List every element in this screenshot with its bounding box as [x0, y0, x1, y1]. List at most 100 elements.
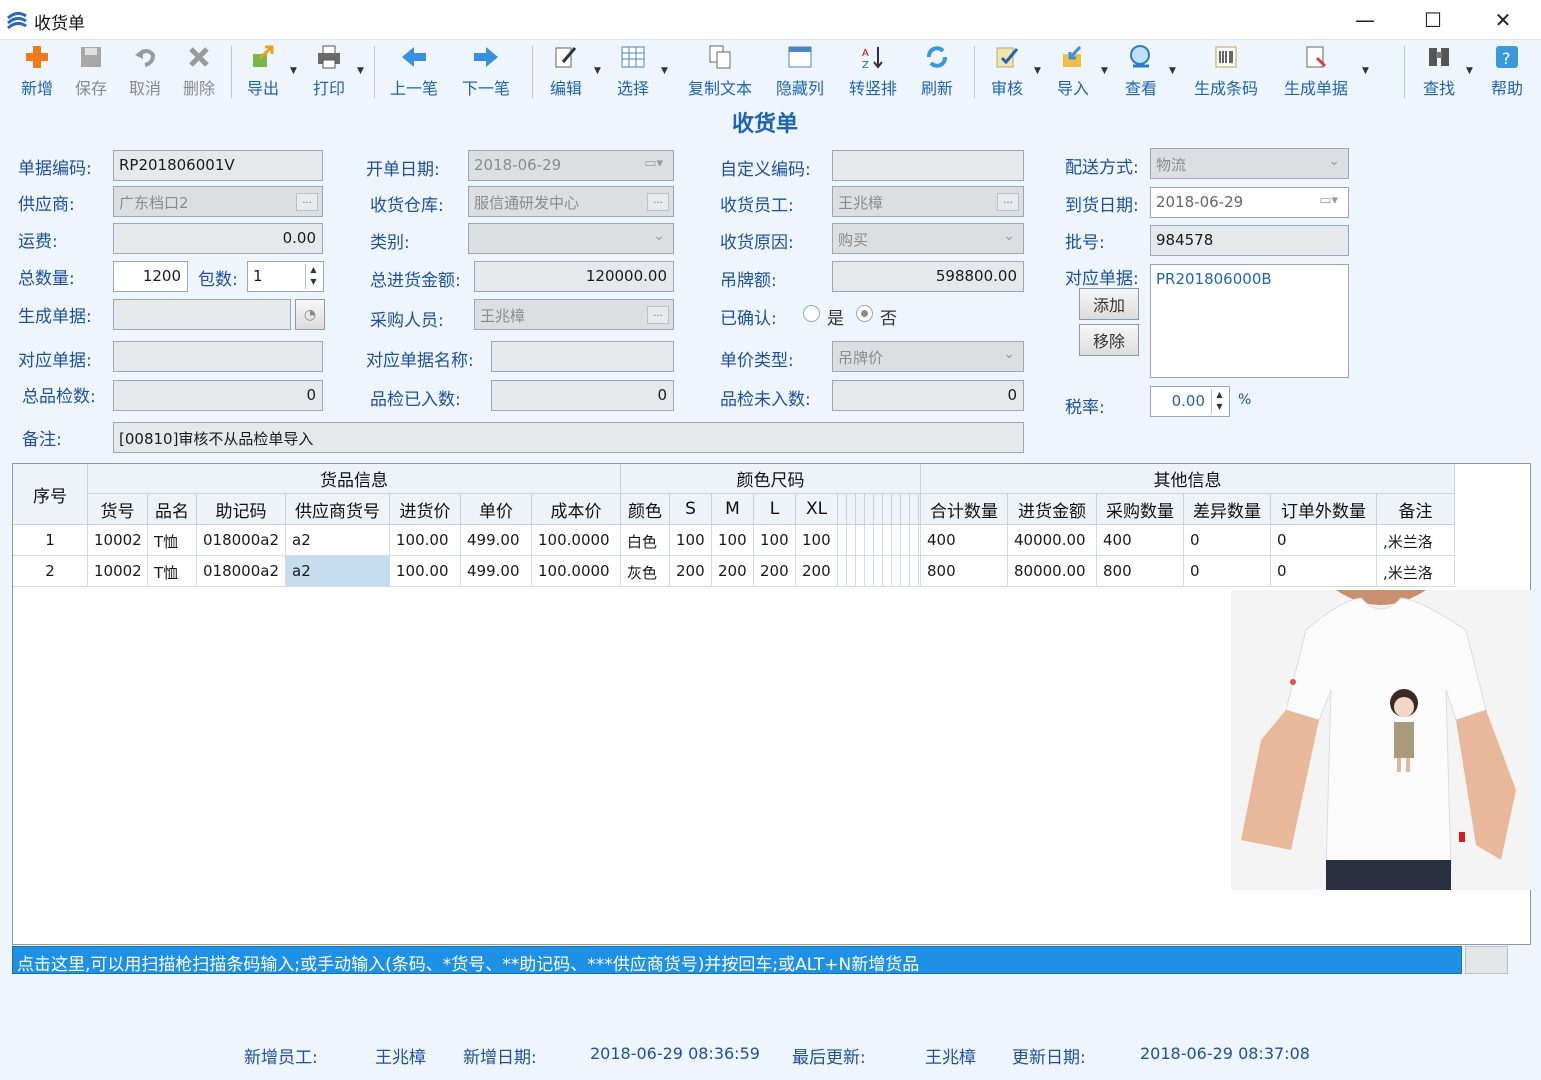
find-button[interactable]: 查找: [1416, 42, 1462, 100]
tag-amount-field[interactable]: 598800.00: [832, 261, 1024, 292]
remark-field[interactable]: [00810]审核不从品检单导入: [113, 422, 1024, 453]
find-dropdown-icon[interactable]: ▼: [1466, 66, 1473, 76]
warehouse-browse-button[interactable]: ...: [647, 193, 669, 211]
table-cell[interactable]: 0: [1271, 556, 1377, 587]
generate-doc-dropdown-icon[interactable]: ▼: [1362, 66, 1369, 76]
column-header[interactable]: 进货金额: [1008, 494, 1097, 525]
receiver-field[interactable]: 王兆樟...: [832, 186, 1024, 217]
scan-input-button[interactable]: [1465, 946, 1508, 974]
table-cell[interactable]: 200: [796, 556, 838, 587]
view-button[interactable]: 查看: [1118, 42, 1164, 100]
minimize-button[interactable]: —: [1330, 0, 1400, 40]
confirmed-yes-radio[interactable]: [803, 305, 820, 322]
corr-doc-field[interactable]: [113, 341, 323, 372]
column-header[interactable]: L: [754, 494, 796, 525]
gen-doc-field[interactable]: [113, 299, 291, 330]
column-header[interactable]: 合计数量: [921, 494, 1008, 525]
column-header[interactable]: 备注: [1377, 494, 1455, 525]
table-cell[interactable]: 100.0000: [532, 556, 621, 587]
table-cell[interactable]: 400: [1097, 525, 1184, 556]
stepper-arrows-icon[interactable]: ▲ ▼: [1211, 389, 1227, 414]
table-cell[interactable]: 100.00: [390, 525, 461, 556]
table-cell[interactable]: 1: [13, 525, 88, 556]
table-cell[interactable]: 400: [921, 525, 1008, 556]
table-cell[interactable]: 200: [670, 556, 712, 587]
table-cell[interactable]: 200: [712, 556, 754, 587]
table-cell[interactable]: 2: [13, 556, 88, 587]
receiver-browse-button[interactable]: ...: [997, 193, 1019, 211]
new-button[interactable]: 新增: [14, 42, 60, 100]
linked-docs-list[interactable]: PR201806000B: [1150, 264, 1349, 378]
import-button[interactable]: 导入: [1050, 42, 1096, 100]
select-button[interactable]: 选择: [610, 42, 656, 100]
doc-no-field[interactable]: RP201806001V: [113, 150, 323, 181]
buyer-browse-button[interactable]: ...: [647, 306, 669, 324]
tax-stepper[interactable]: 0.00 ▲ ▼: [1150, 386, 1230, 417]
save-button[interactable]: 保存: [68, 42, 114, 100]
column-header[interactable]: 颜色: [621, 494, 670, 525]
delete-button[interactable]: 删除: [176, 42, 222, 100]
generate-barcode-button[interactable]: 生成条码: [1188, 42, 1264, 100]
column-header[interactable]: 单价: [461, 494, 532, 525]
column-header[interactable]: S: [670, 494, 712, 525]
table-cell[interactable]: 499.00: [461, 525, 532, 556]
table-cell[interactable]: 800: [921, 556, 1008, 587]
column-header[interactable]: 采购数量: [1097, 494, 1184, 525]
table-cell[interactable]: 白色: [621, 525, 670, 556]
prev-record-button[interactable]: 上一笔: [384, 42, 444, 100]
linked-doc-item[interactable]: PR201806000B: [1156, 270, 1272, 288]
column-header[interactable]: 成本价: [532, 494, 621, 525]
table-cell[interactable]: 0: [1184, 525, 1271, 556]
import-dropdown-icon[interactable]: ▼: [1101, 66, 1108, 76]
qc-not-in-field[interactable]: 0: [832, 380, 1024, 411]
calendar-icon[interactable]: ▭▾: [644, 156, 663, 171]
audit-dropdown-icon[interactable]: ▼: [1034, 66, 1041, 76]
generate-document-button[interactable]: 生成单据: [1278, 42, 1354, 100]
batch-field[interactable]: 984578: [1150, 225, 1349, 256]
select-dropdown-icon[interactable]: ▼: [661, 66, 668, 76]
copy-text-button[interactable]: 复制文本: [682, 42, 758, 100]
refresh-button[interactable]: 刷新: [914, 42, 960, 100]
table-cell[interactable]: 018000a2: [197, 525, 286, 556]
column-header[interactable]: 货号: [88, 494, 148, 525]
table-cell[interactable]: 018000a2: [197, 556, 286, 587]
delivery-select[interactable]: 物流 ⌄: [1150, 148, 1349, 179]
supplier-browse-button[interactable]: ...: [296, 193, 318, 211]
table-cell-selected[interactable]: a2: [286, 556, 390, 587]
help-button[interactable]: ? 帮助: [1484, 42, 1530, 100]
corr-doc-name-field[interactable]: [491, 341, 674, 372]
next-record-button[interactable]: 下一笔: [456, 42, 516, 100]
column-header[interactable]: 供应商货号: [286, 494, 390, 525]
column-header[interactable]: 订单外数量: [1271, 494, 1377, 525]
remove-linked-doc-button[interactable]: 移除: [1079, 324, 1139, 356]
category-select[interactable]: ⌄: [468, 223, 674, 254]
stepper-arrows-icon[interactable]: ▲ ▼: [305, 264, 321, 289]
open-date-field[interactable]: 2018-06-29 ▭▾: [468, 150, 674, 181]
maximize-button[interactable]: ☐: [1398, 0, 1468, 40]
table-cell[interactable]: ,米兰洛: [1377, 556, 1455, 587]
table-cell[interactable]: T恤: [148, 525, 197, 556]
table-cell[interactable]: 80000.00: [1008, 556, 1097, 587]
column-header[interactable]: 助记码: [197, 494, 286, 525]
table-cell[interactable]: 0: [1271, 525, 1377, 556]
buyer-field[interactable]: 王兆樟...: [474, 299, 674, 330]
edit-dropdown-icon[interactable]: ▼: [594, 66, 601, 76]
column-header[interactable]: M: [712, 494, 754, 525]
table-cell[interactable]: 灰色: [621, 556, 670, 587]
table-cell[interactable]: a2: [286, 525, 390, 556]
edit-button[interactable]: 编辑: [543, 42, 589, 100]
qc-in-field[interactable]: 0: [491, 380, 674, 411]
custom-code-field[interactable]: [832, 150, 1024, 181]
table-cell[interactable]: 200: [754, 556, 796, 587]
column-header[interactable]: 进货价: [390, 494, 461, 525]
table-cell[interactable]: 100: [712, 525, 754, 556]
gen-doc-lookup-button[interactable]: ◔: [295, 299, 325, 330]
table-cell[interactable]: 10002: [88, 525, 148, 556]
total-qty-field[interactable]: 1200: [113, 261, 188, 292]
table-cell[interactable]: 100: [754, 525, 796, 556]
total-amount-field[interactable]: 120000.00: [474, 261, 674, 292]
print-dropdown-icon[interactable]: ▼: [357, 66, 364, 76]
column-header[interactable]: 差异数量: [1184, 494, 1271, 525]
confirmed-no-radio[interactable]: [856, 305, 873, 322]
export-dropdown-icon[interactable]: ▼: [290, 66, 297, 76]
